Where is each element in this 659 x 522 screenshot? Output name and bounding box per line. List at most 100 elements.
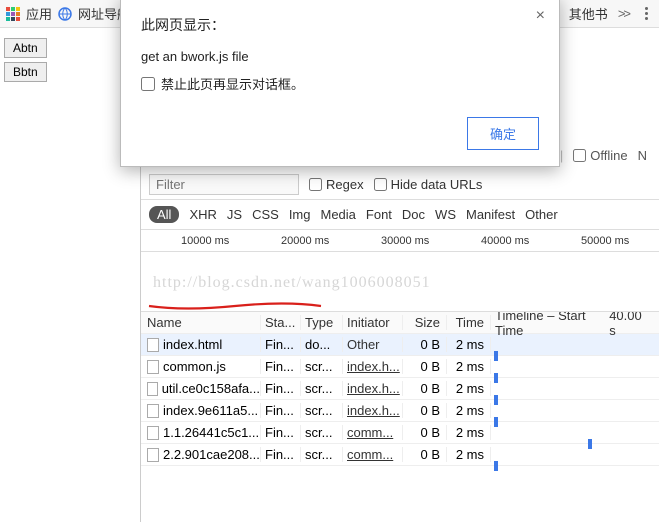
cell-name: 1.1.26441c5c1... — [141, 425, 261, 440]
type-filter-js[interactable]: JS — [227, 207, 242, 222]
offline-checkbox[interactable] — [573, 149, 586, 162]
cell-status: Fin... — [261, 359, 301, 374]
type-filter-img[interactable]: Img — [289, 207, 311, 222]
devtools-panel: e | Offline N Regex Hide data URLs AllXH… — [140, 150, 659, 522]
cell-type: scr... — [301, 403, 343, 418]
file-icon — [147, 382, 158, 396]
overflow-chevron-icon[interactable]: >> — [618, 6, 629, 21]
apps-label[interactable]: 应用 — [26, 4, 52, 23]
suppress-checkbox[interactable] — [141, 77, 155, 91]
cell-size: 0 B — [403, 359, 447, 374]
abtn-button[interactable]: Abtn — [4, 38, 47, 58]
cell-time: 2 ms — [447, 381, 491, 396]
timeline-label: Timeline – Start Time — [495, 312, 609, 338]
cell-status: Fin... — [261, 337, 301, 352]
hint-n: N — [638, 148, 647, 163]
file-icon — [147, 338, 159, 352]
timeline-tick: 10000 ms — [181, 235, 229, 247]
filter-input[interactable] — [149, 174, 299, 195]
file-icon — [147, 404, 159, 418]
col-timeline[interactable]: Timeline – Start Time 40.00 s — [491, 312, 659, 338]
cell-status: Fin... — [261, 381, 301, 396]
regex-toggle[interactable]: Regex — [309, 177, 364, 192]
type-filter-all[interactable]: All — [149, 206, 179, 223]
hide-urls-toggle[interactable]: Hide data URLs — [374, 177, 483, 192]
cell-status: Fin... — [261, 425, 301, 440]
col-status[interactable]: Sta... — [261, 315, 301, 330]
cell-type: scr... — [301, 447, 343, 462]
kebab-menu-icon[interactable] — [639, 7, 653, 20]
other-label[interactable]: 其他书 — [569, 4, 608, 23]
table-row[interactable]: 1.1.26441c5c1...Fin...scr...comm...0 B2 … — [141, 422, 659, 444]
type-filter-manifest[interactable]: Manifest — [466, 207, 515, 222]
hide-urls-checkbox[interactable] — [374, 178, 387, 191]
pipe-separator: | — [560, 148, 563, 163]
col-size[interactable]: Size — [403, 315, 447, 330]
file-icon — [147, 426, 159, 440]
type-filter-media[interactable]: Media — [320, 207, 355, 222]
bookmarks-right: 其他书 >> — [545, 4, 653, 23]
type-filter-other[interactable]: Other — [525, 207, 558, 222]
table-row[interactable]: index.9e611a5...Fin...scr...index.h...0 … — [141, 400, 659, 422]
cell-type: scr... — [301, 359, 343, 374]
timeline-seconds: 40.00 s — [609, 312, 649, 338]
alert-dialog: × 此网页显示： get an bwork.js file 禁止此页再显示对话框… — [120, 0, 560, 167]
cell-status: Fin... — [261, 403, 301, 418]
type-filter-font[interactable]: Font — [366, 207, 392, 222]
col-type[interactable]: Type — [301, 315, 343, 330]
cell-name: index.html — [141, 337, 261, 352]
hide-urls-label: Hide data URLs — [391, 177, 483, 192]
cell-type: scr... — [301, 425, 343, 440]
type-filter-doc[interactable]: Doc — [402, 207, 425, 222]
cell-size: 0 B — [403, 337, 447, 352]
network-table: Name Sta... Type Initiator Size Time Tim… — [141, 312, 659, 522]
filter-row: Regex Hide data URLs — [141, 170, 659, 200]
cell-name: 2.2.901cae208... — [141, 447, 261, 462]
offline-toggle[interactable]: Offline — [573, 148, 627, 163]
table-row[interactable]: 2.2.901cae208...Fin...scr...comm...0 B2 … — [141, 444, 659, 466]
type-filter-css[interactable]: CSS — [252, 207, 279, 222]
cell-time: 2 ms — [447, 447, 491, 462]
table-row[interactable]: util.ce0c158afa...Fin...scr...index.h...… — [141, 378, 659, 400]
apps-icon[interactable] — [6, 7, 20, 21]
col-name[interactable]: Name — [141, 315, 261, 330]
cell-initiator[interactable]: index.h... — [343, 381, 403, 396]
cell-initiator[interactable]: comm... — [343, 425, 403, 440]
cell-type: do... — [301, 337, 343, 352]
cell-size: 0 B — [403, 425, 447, 440]
timeline-tick: 30000 ms — [381, 235, 429, 247]
cell-initiator[interactable]: index.h... — [343, 359, 403, 374]
cell-status: Fin... — [261, 447, 301, 462]
cell-name: util.ce0c158afa... — [141, 381, 261, 396]
timeline-header: 10000 ms20000 ms30000 ms40000 ms50000 ms — [141, 230, 659, 252]
suppress-label: 禁止此页再显示对话框。 — [161, 74, 304, 93]
regex-checkbox[interactable] — [309, 178, 322, 191]
timeline-tick: 20000 ms — [281, 235, 329, 247]
cell-size: 0 B — [403, 381, 447, 396]
regex-label: Regex — [326, 177, 364, 192]
cell-name: index.9e611a5... — [141, 403, 261, 418]
col-initiator[interactable]: Initiator — [343, 315, 403, 330]
cell-time: 2 ms — [447, 337, 491, 352]
page-buttons: Abtn Bbtn — [4, 38, 47, 82]
watermark-text: http://blog.csdn.net/wang1006008051 — [153, 274, 431, 292]
cell-initiator[interactable]: comm... — [343, 447, 403, 462]
col-time[interactable]: Time — [447, 315, 491, 330]
bbtn-button[interactable]: Bbtn — [4, 62, 47, 82]
dialog-title: 此网页显示： — [141, 15, 539, 35]
close-icon[interactable]: × — [536, 7, 545, 25]
globe-icon[interactable] — [58, 7, 72, 21]
ok-button[interactable]: 确定 — [467, 117, 539, 150]
type-filter-xhr[interactable]: XHR — [189, 207, 216, 222]
table-row[interactable]: common.jsFin...scr...index.h...0 B2 ms — [141, 356, 659, 378]
dialog-actions: 确定 — [141, 117, 539, 150]
cell-time: 2 ms — [447, 403, 491, 418]
cell-initiator[interactable]: index.h... — [343, 403, 403, 418]
type-filter-ws[interactable]: WS — [435, 207, 456, 222]
cell-name: common.js — [141, 359, 261, 374]
dialog-message: get an bwork.js file — [141, 49, 539, 64]
suppress-checkbox-row[interactable]: 禁止此页再显示对话框。 — [141, 74, 539, 93]
table-header: Name Sta... Type Initiator Size Time Tim… — [141, 312, 659, 334]
cell-type: scr... — [301, 381, 343, 396]
cell-initiator[interactable]: Other — [343, 337, 403, 352]
